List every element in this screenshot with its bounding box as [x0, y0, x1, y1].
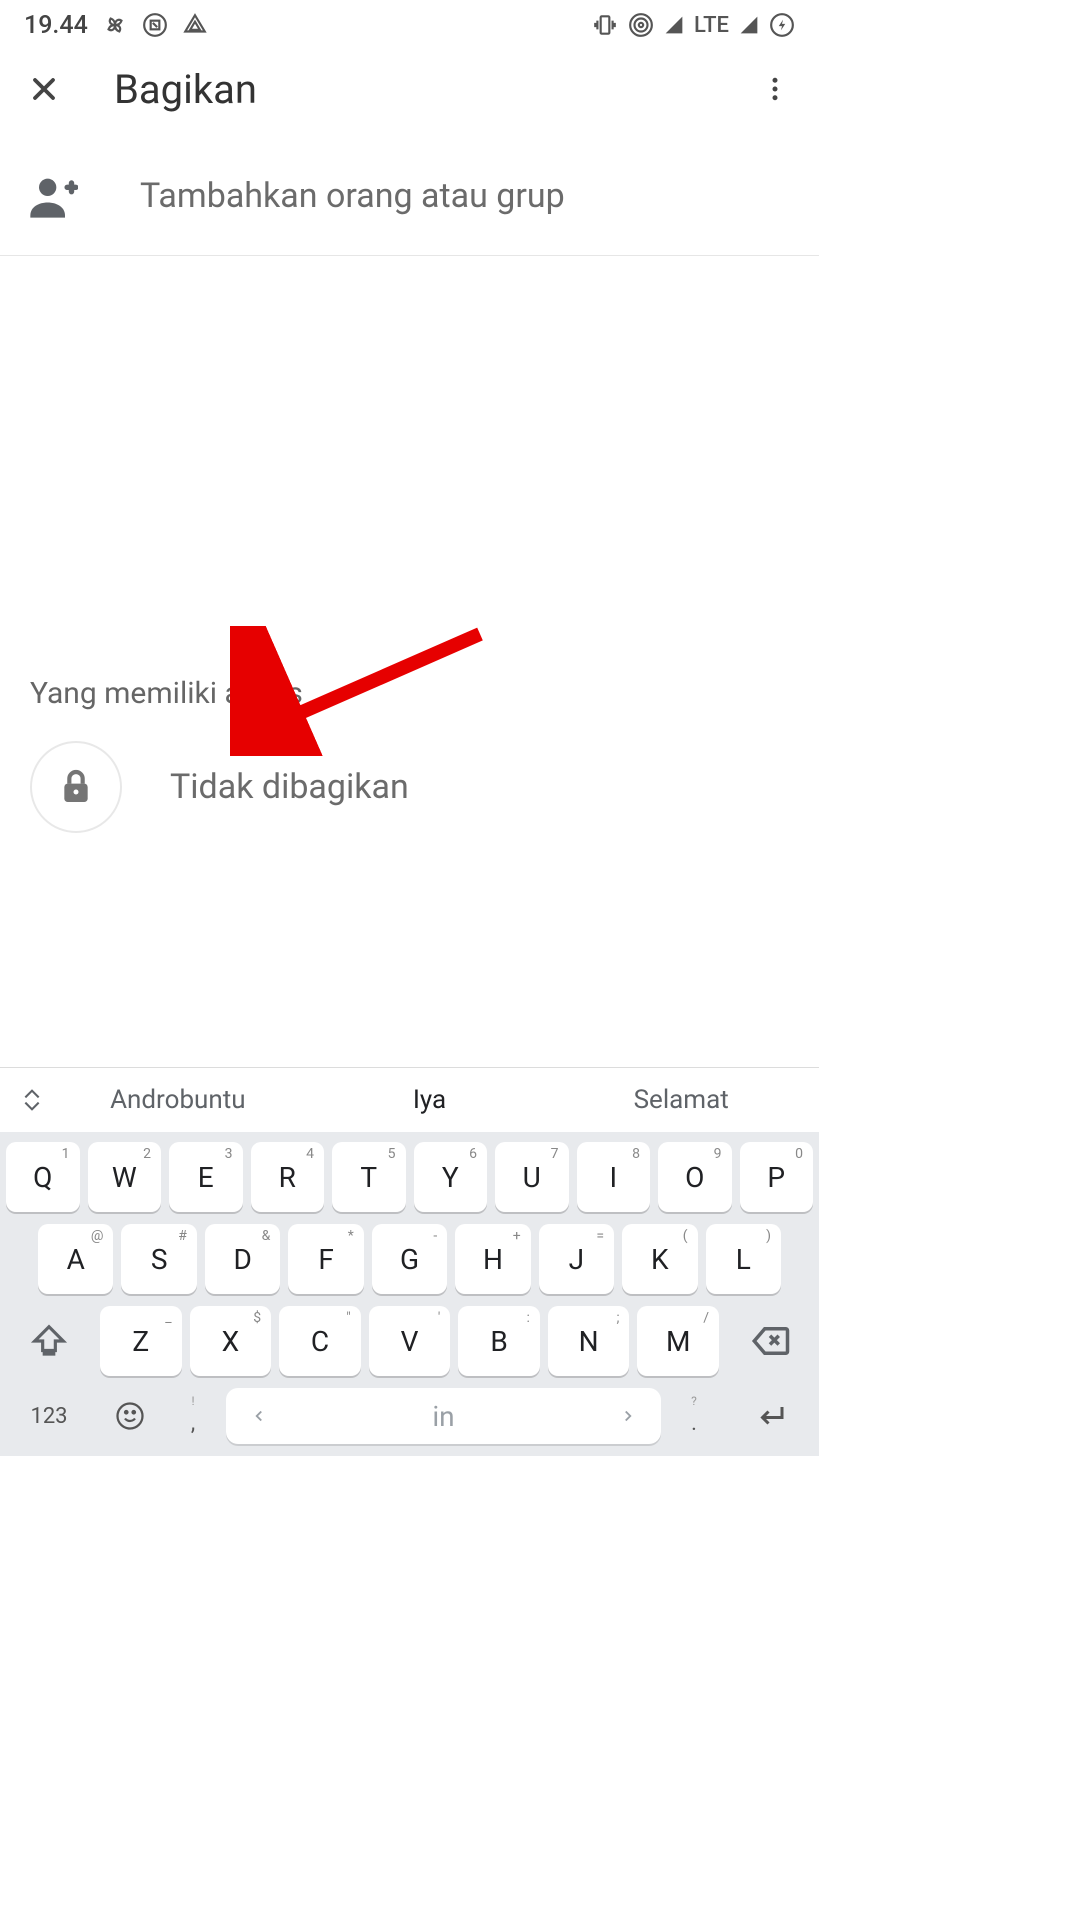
smiley-icon: [115, 1401, 145, 1431]
close-button[interactable]: [14, 59, 74, 119]
access-section: Yang memiliki akses Tidak dibagikan: [0, 676, 819, 833]
access-state-label: Tidak dibagikan: [170, 767, 409, 807]
status-time: 19.44: [24, 11, 88, 40]
suggestion-1[interactable]: Androbuntu: [52, 1085, 304, 1115]
chevron-left-icon: [250, 1407, 268, 1425]
status-bar: 19.44 LTE: [0, 0, 819, 50]
key-x[interactable]: $X: [190, 1306, 272, 1376]
share-header: Bagikan: [0, 50, 819, 128]
key-j[interactable]: =J: [539, 1224, 614, 1294]
chevron-down-icon: [22, 1100, 42, 1112]
spacebar-key[interactable]: in: [226, 1388, 661, 1444]
key-k[interactable]: (K: [622, 1224, 697, 1294]
key-s[interactable]: #S: [121, 1224, 196, 1294]
key-z[interactable]: _Z: [100, 1306, 182, 1376]
lock-icon: [56, 767, 96, 807]
suggestion-3[interactable]: Selamat: [555, 1085, 807, 1115]
keyboard-row-2: @A #S &D *F -G +H =J (K )L: [6, 1224, 813, 1294]
status-right: LTE: [592, 12, 795, 38]
close-icon: [26, 71, 62, 107]
more-options-button[interactable]: [745, 59, 805, 119]
key-u[interactable]: 7U: [495, 1142, 569, 1212]
comma-key[interactable]: !,: [168, 1388, 218, 1444]
key-m[interactable]: /M: [637, 1306, 719, 1376]
access-state-row[interactable]: Tidak dibagikan: [30, 741, 789, 833]
key-i[interactable]: 8I: [577, 1142, 651, 1212]
key-q[interactable]: 1Q: [6, 1142, 80, 1212]
key-a[interactable]: @A: [38, 1224, 113, 1294]
numeric-toggle-key[interactable]: 123: [6, 1388, 92, 1444]
suggestion-2[interactable]: Iya: [304, 1085, 556, 1115]
key-p[interactable]: 0P: [740, 1142, 814, 1212]
enter-key[interactable]: [727, 1388, 813, 1444]
add-people-input[interactable]: Tambahkan orang atau grup: [140, 176, 565, 216]
space-language-label: in: [432, 1400, 454, 1433]
drive-icon: [182, 12, 208, 38]
access-section-title: Yang memiliki akses: [30, 676, 789, 711]
chevron-up-icon: [22, 1088, 42, 1100]
shift-key[interactable]: [6, 1306, 92, 1376]
key-g[interactable]: -G: [372, 1224, 447, 1294]
key-t[interactable]: 5T: [332, 1142, 406, 1212]
hotspot-icon: [628, 12, 654, 38]
pinwheel-icon: [102, 12, 128, 38]
key-c[interactable]: "C: [279, 1306, 361, 1376]
shift-icon: [30, 1322, 68, 1360]
emoji-key[interactable]: [100, 1388, 160, 1444]
key-v[interactable]: 'V: [369, 1306, 451, 1376]
battery-charging-icon: [769, 12, 795, 38]
keyboard-row-3: _Z $X "C 'V :B ;N /M: [6, 1306, 813, 1376]
enter-icon: [752, 1398, 788, 1434]
page-title: Bagikan: [114, 66, 745, 113]
person-add-icon: [26, 170, 78, 222]
key-f[interactable]: *F: [288, 1224, 363, 1294]
status-left: 19.44: [24, 11, 208, 40]
keyboard: Androbuntu Iya Selamat 1Q 2W 3E 4R 5T 6Y…: [0, 1067, 819, 1456]
key-l[interactable]: )L: [706, 1224, 781, 1294]
key-y[interactable]: 6Y: [414, 1142, 488, 1212]
add-people-row[interactable]: Tambahkan orang atau grup: [0, 136, 819, 256]
keyboard-suggestion-bar: Androbuntu Iya Selamat: [0, 1068, 819, 1132]
signal-icon: [664, 15, 684, 35]
key-e[interactable]: 3E: [169, 1142, 243, 1212]
key-w[interactable]: 2W: [88, 1142, 162, 1212]
key-o[interactable]: 9O: [658, 1142, 732, 1212]
backspace-icon: [749, 1320, 791, 1362]
lock-avatar: [30, 741, 122, 833]
network-type: LTE: [694, 13, 729, 38]
more-vertical-icon: [760, 74, 790, 104]
vibrate-icon: [592, 12, 618, 38]
key-b[interactable]: :B: [458, 1306, 540, 1376]
backspace-key[interactable]: [727, 1306, 813, 1376]
keyboard-bottom-row: 123 !, in ?.: [0, 1388, 819, 1456]
key-d[interactable]: &D: [205, 1224, 280, 1294]
period-key[interactable]: ?.: [669, 1388, 719, 1444]
keyboard-row-1: 1Q 2W 3E 4R 5T 6Y 7U 8I 9O 0P: [6, 1142, 813, 1212]
expand-keyboard-button[interactable]: [12, 1088, 52, 1112]
key-h[interactable]: +H: [455, 1224, 530, 1294]
signal-icon-2: [739, 15, 759, 35]
chevron-right-icon: [619, 1407, 637, 1425]
key-n[interactable]: ;N: [548, 1306, 630, 1376]
key-r[interactable]: 4R: [251, 1142, 325, 1212]
cast-icon: [142, 12, 168, 38]
